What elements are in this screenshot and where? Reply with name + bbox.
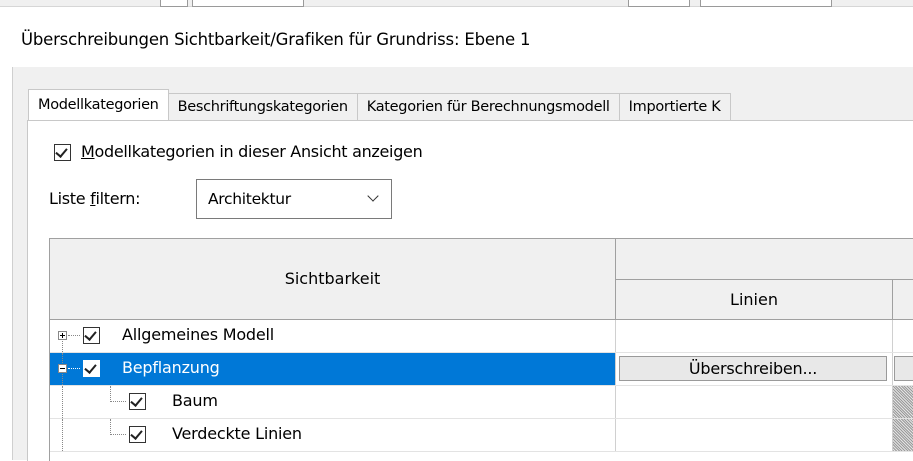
header-lines[interactable]: Linien: [616, 280, 893, 320]
visibility-cell: Verdeckte Linien: [50, 419, 616, 451]
category-checkbox[interactable]: [129, 426, 146, 443]
category-label: Baum: [172, 391, 218, 410]
category-label: Verdeckte Linien: [172, 424, 302, 443]
category-checkbox[interactable]: [83, 327, 100, 344]
lines-cell[interactable]: [616, 386, 893, 418]
category-label: Allgemeines Modell: [122, 325, 275, 344]
checkmark-icon: [55, 145, 68, 158]
table-row[interactable]: Verdeckte Linien: [50, 419, 913, 452]
next-cell-disabled: [893, 419, 913, 451]
tab-modellkategorien[interactable]: Modellkategorien: [28, 89, 169, 120]
show-categories-checkbox[interactable]: [54, 144, 71, 161]
filter-dropdown[interactable]: Architektur: [196, 179, 392, 219]
lines-cell: Überschreiben...: [616, 353, 893, 385]
filter-dropdown-value: Architektur: [208, 190, 291, 208]
visibility-cell: Bepflanzung: [50, 353, 616, 385]
category-checkbox[interactable]: [129, 393, 146, 410]
header-projection-group: [616, 239, 913, 280]
checkmark-icon: [84, 361, 97, 374]
next-cell: [893, 320, 913, 352]
chevron-down-icon: [367, 190, 379, 202]
category-checkbox[interactable]: [83, 360, 100, 377]
checkmark-icon: [130, 427, 143, 440]
tab-beschriftungskategorien[interactable]: Beschriftungskategorien: [167, 93, 358, 120]
dialog-title: Überschreibungen Sichtbarkeit/Grafiken f…: [21, 30, 531, 49]
category-label: Bepflanzung: [122, 358, 220, 377]
tab-strip: Modellkategorien Beschriftungskategorien…: [28, 89, 731, 120]
expand-plus-icon[interactable]: [58, 331, 67, 340]
collapse-minus-icon[interactable]: [58, 364, 67, 373]
header-next-column: [893, 280, 913, 320]
next-cell: [893, 353, 913, 385]
show-categories-label[interactable]: Modellkategorien in dieser Ansicht anzei…: [81, 142, 423, 161]
header-visibility[interactable]: Sichtbarkeit: [50, 239, 616, 320]
lines-cell[interactable]: [616, 419, 893, 451]
checkmark-icon: [84, 328, 97, 341]
visibility-cell: Allgemeines Modell: [50, 320, 616, 352]
next-cell-disabled: [893, 386, 913, 418]
visibility-table: Sichtbarkeit Linien Allgemeines Modell B…: [49, 238, 913, 461]
filter-list-label: Liste filtern:: [49, 189, 141, 208]
table-row[interactable]: Baum: [50, 386, 913, 419]
lines-cell[interactable]: [616, 320, 893, 352]
checkmark-icon: [130, 394, 143, 407]
background-window-strip: [0, 0, 913, 7]
table-row-selected[interactable]: Bepflanzung Überschreiben...: [50, 353, 913, 386]
tab-importierte-kategorien[interactable]: Importierte K: [618, 93, 731, 120]
table-row[interactable]: Allgemeines Modell: [50, 320, 913, 353]
override-button-next[interactable]: [894, 356, 913, 381]
visibility-cell: Baum: [50, 386, 616, 418]
override-button[interactable]: Überschreiben...: [619, 356, 887, 381]
tab-berechnungsmodell[interactable]: Kategorien für Berechnungsmodell: [356, 93, 620, 120]
